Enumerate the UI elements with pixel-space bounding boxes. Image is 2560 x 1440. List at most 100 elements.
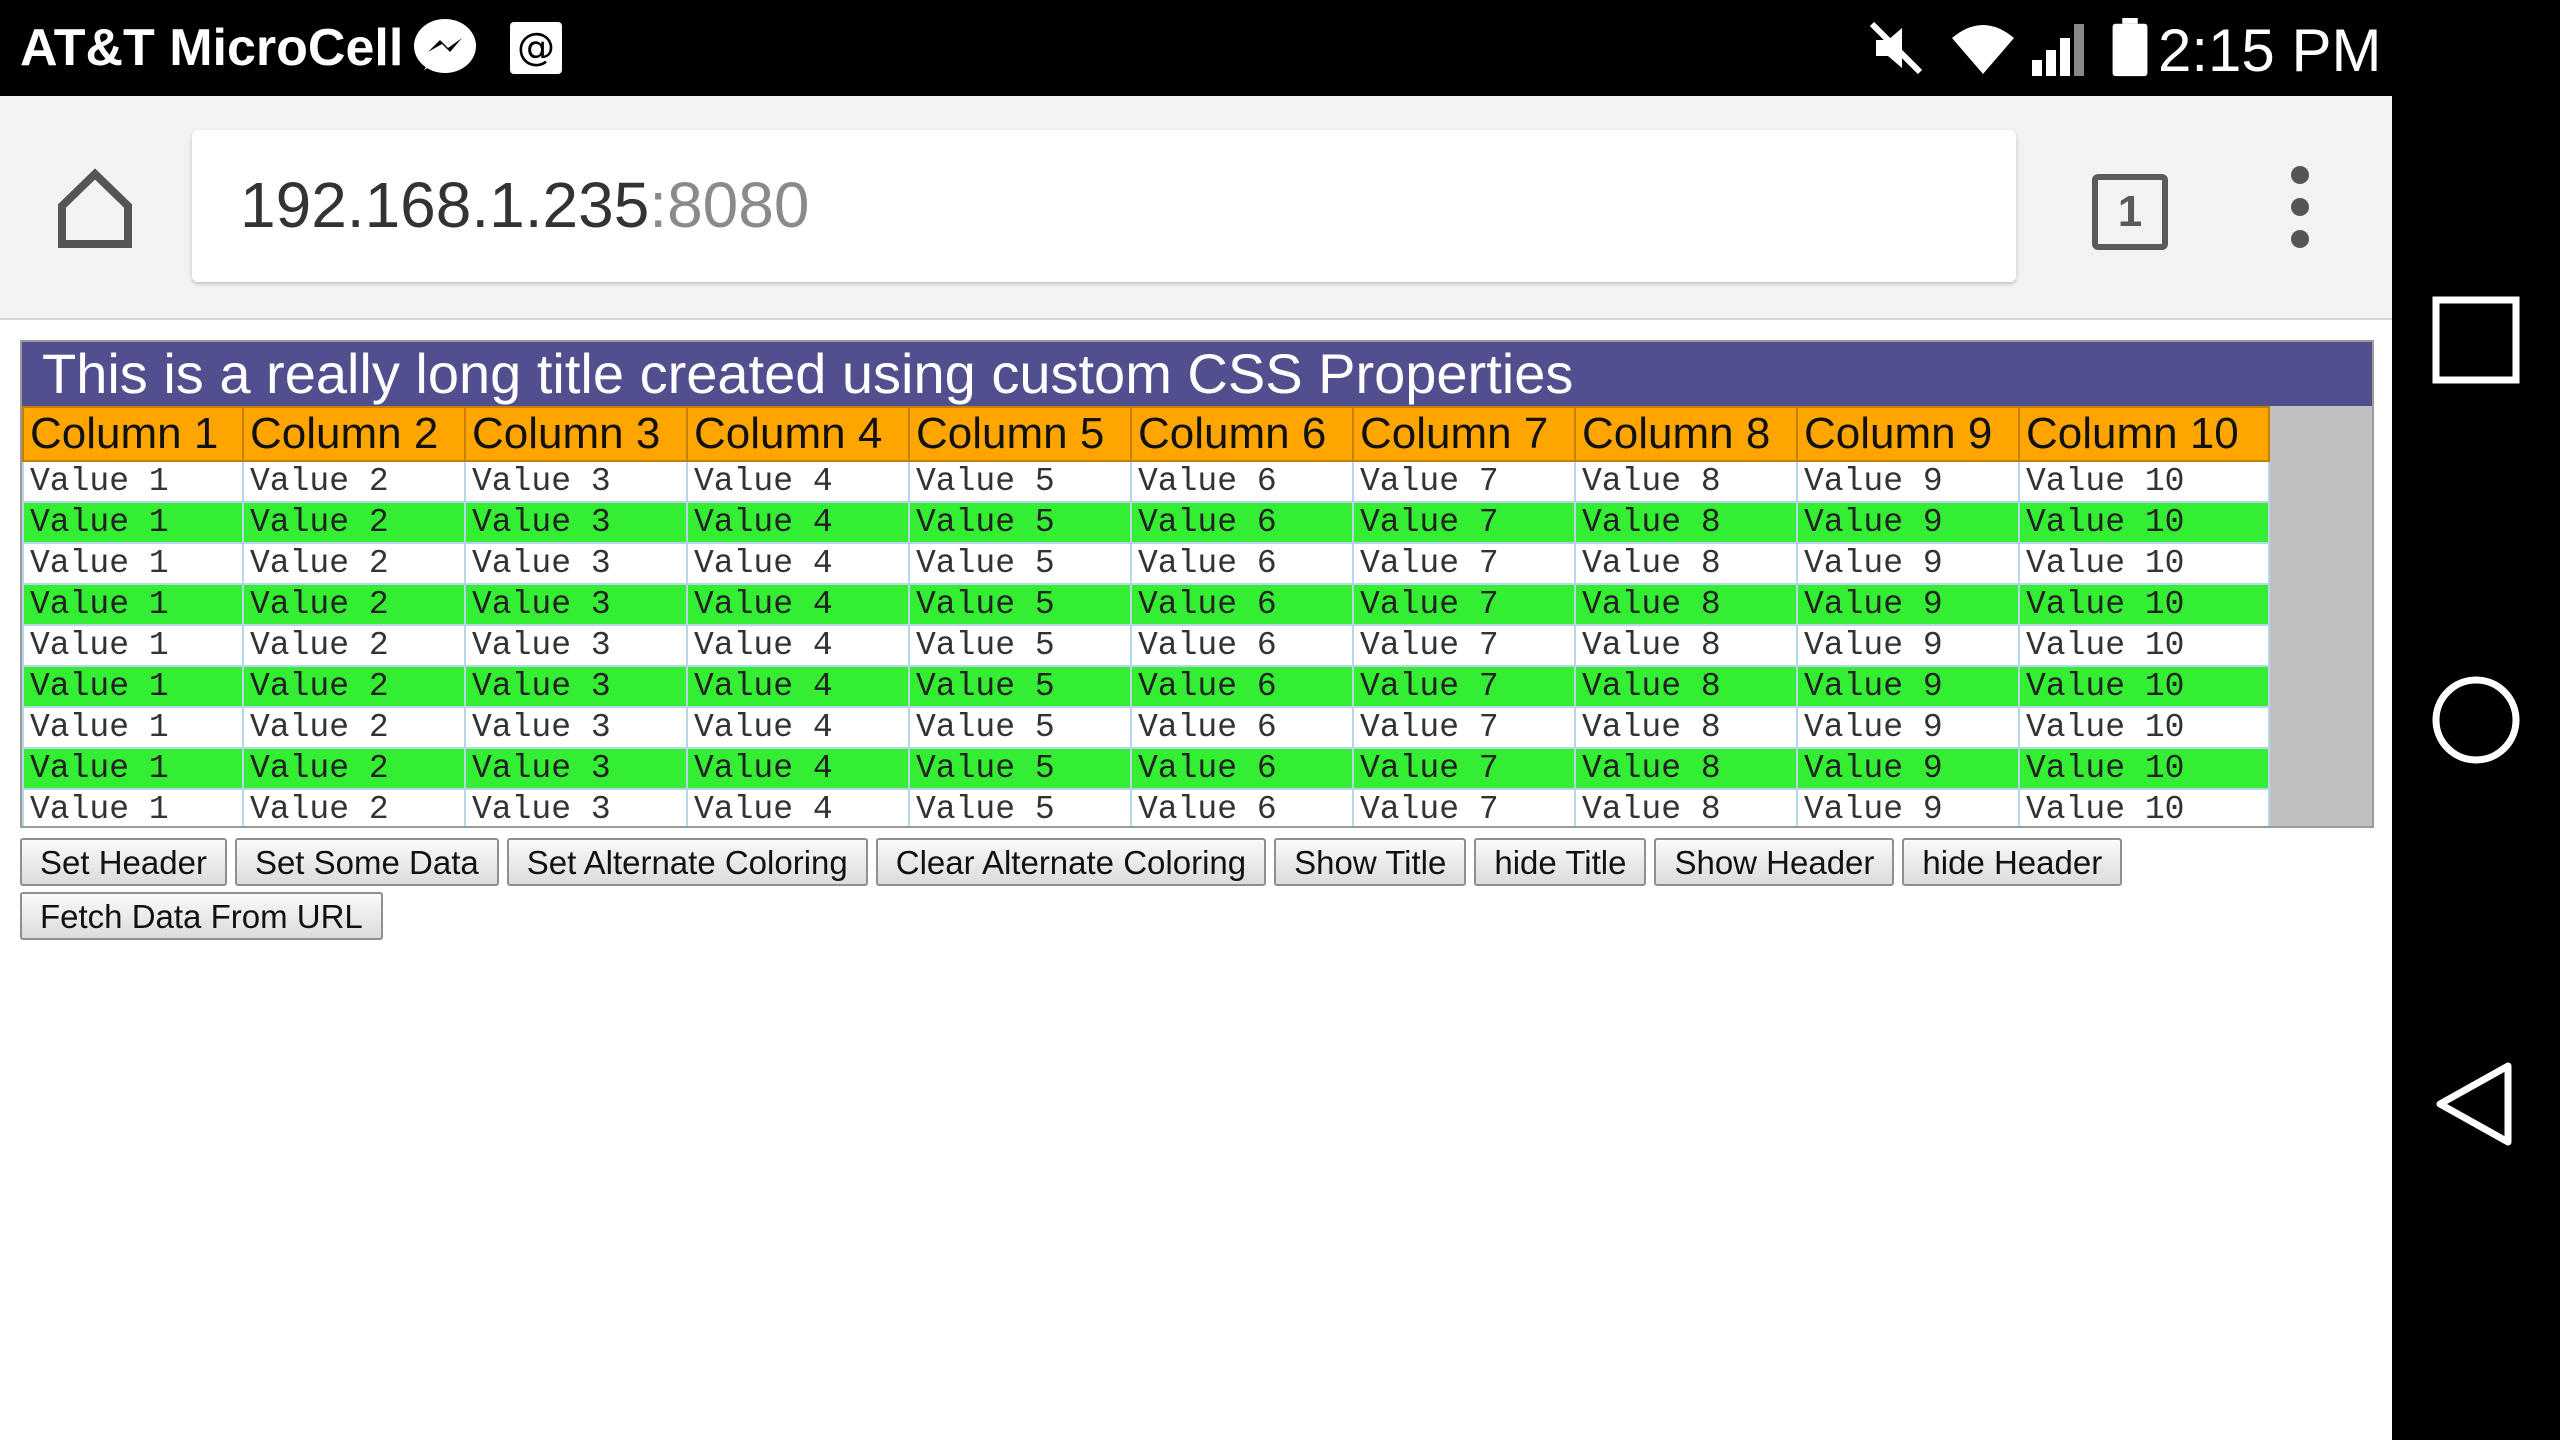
table-cell[interactable]: Value 8: [1574, 501, 1798, 544]
hide-header-button[interactable]: hide Header: [1902, 838, 2123, 886]
table-cell[interactable]: Value 8: [1574, 624, 1798, 667]
column-header[interactable]: Column 9: [1796, 406, 2020, 462]
table-cell[interactable]: Value 3: [464, 706, 688, 749]
table-cell[interactable]: Value 10: [2018, 583, 2270, 626]
table-cell[interactable]: Value 6: [1130, 747, 1354, 790]
table-cell[interactable]: Value 6: [1130, 542, 1354, 585]
table-cell[interactable]: Value 4: [686, 788, 910, 826]
table-cell[interactable]: Value 4: [686, 583, 910, 626]
set-some-data-button[interactable]: Set Some Data: [234, 838, 499, 886]
table-cell[interactable]: Value 10: [2018, 747, 2270, 790]
table-cell[interactable]: Value 5: [908, 460, 1132, 503]
table-cell[interactable]: Value 4: [686, 460, 910, 503]
table-cell[interactable]: Value 4: [686, 665, 910, 708]
table-cell[interactable]: Value 1: [22, 542, 244, 585]
table-cell[interactable]: Value 6: [1130, 706, 1354, 749]
table-cell[interactable]: Value 10: [2018, 706, 2270, 749]
table-cell[interactable]: Value 8: [1574, 583, 1798, 626]
table-cell[interactable]: Value 7: [1352, 665, 1576, 708]
recent-apps-icon[interactable]: [2426, 290, 2526, 390]
table-cell[interactable]: Value 9: [1796, 665, 2020, 708]
table-cell[interactable]: Value 5: [908, 583, 1132, 626]
table-cell[interactable]: Value 9: [1796, 542, 2020, 585]
column-header[interactable]: Column 2: [242, 406, 466, 462]
table-cell[interactable]: Value 5: [908, 706, 1132, 749]
table-cell[interactable]: Value 6: [1130, 788, 1354, 826]
fetch-data-button[interactable]: Fetch Data From URL: [20, 892, 383, 940]
table-cell[interactable]: Value 10: [2018, 788, 2270, 826]
table-cell[interactable]: Value 6: [1130, 624, 1354, 667]
column-header[interactable]: Column 6: [1130, 406, 1354, 462]
set-header-button[interactable]: Set Header: [20, 838, 227, 886]
column-header[interactable]: Column 8: [1574, 406, 1798, 462]
table-cell[interactable]: Value 8: [1574, 665, 1798, 708]
table-cell[interactable]: Value 8: [1574, 747, 1798, 790]
home-icon[interactable]: [52, 166, 138, 252]
table-cell[interactable]: Value 1: [22, 665, 244, 708]
table-cell[interactable]: Value 1: [22, 583, 244, 626]
overflow-menu-icon[interactable]: [2276, 166, 2324, 252]
tab-switcher-button[interactable]: 1: [2092, 174, 2168, 250]
table-cell[interactable]: Value 10: [2018, 624, 2270, 667]
table-cell[interactable]: Value 3: [464, 501, 688, 544]
table-cell[interactable]: Value 2: [242, 501, 466, 544]
table-cell[interactable]: Value 9: [1796, 788, 2020, 826]
table-cell[interactable]: Value 5: [908, 624, 1132, 667]
table-cell[interactable]: Value 6: [1130, 583, 1354, 626]
table-cell[interactable]: Value 7: [1352, 788, 1576, 826]
table-cell[interactable]: Value 3: [464, 788, 688, 826]
column-header[interactable]: Column 5: [908, 406, 1132, 462]
table-cell[interactable]: Value 3: [464, 542, 688, 585]
table-cell[interactable]: Value 6: [1130, 501, 1354, 544]
column-header[interactable]: Column 10: [2018, 406, 2270, 462]
home-circle-icon[interactable]: [2426, 670, 2526, 770]
show-title-button[interactable]: Show Title: [1274, 838, 1467, 886]
table-cell[interactable]: Value 2: [242, 788, 466, 826]
table-cell[interactable]: Value 8: [1574, 542, 1798, 585]
back-icon[interactable]: [2426, 1054, 2526, 1154]
table-cell[interactable]: Value 3: [464, 460, 688, 503]
table-cell[interactable]: Value 2: [242, 665, 466, 708]
table-cell[interactable]: Value 10: [2018, 542, 2270, 585]
table-cell[interactable]: Value 7: [1352, 583, 1576, 626]
table-cell[interactable]: Value 8: [1574, 788, 1798, 826]
column-header[interactable]: Column 7: [1352, 406, 1576, 462]
table-cell[interactable]: Value 10: [2018, 665, 2270, 708]
url-bar[interactable]: 192.168.1.235:8080: [192, 130, 2016, 282]
table-cell[interactable]: Value 5: [908, 788, 1132, 826]
table-cell[interactable]: Value 9: [1796, 501, 2020, 544]
table-cell[interactable]: Value 5: [908, 501, 1132, 544]
table-cell[interactable]: Value 5: [908, 747, 1132, 790]
column-header[interactable]: Column 4: [686, 406, 910, 462]
table-cell[interactable]: Value 1: [22, 747, 244, 790]
table-cell[interactable]: Value 7: [1352, 501, 1576, 544]
table-cell[interactable]: Value 9: [1796, 583, 2020, 626]
table-cell[interactable]: Value 3: [464, 583, 688, 626]
table-cell[interactable]: Value 4: [686, 747, 910, 790]
table-cell[interactable]: Value 1: [22, 788, 244, 826]
column-header[interactable]: Column 1: [22, 406, 244, 462]
table-cell[interactable]: Value 2: [242, 460, 466, 503]
table-cell[interactable]: Value 8: [1574, 460, 1798, 503]
table-cell[interactable]: Value 8: [1574, 706, 1798, 749]
table-cell[interactable]: Value 2: [242, 706, 466, 749]
table-cell[interactable]: Value 7: [1352, 624, 1576, 667]
table-cell[interactable]: Value 3: [464, 624, 688, 667]
table-cell[interactable]: Value 7: [1352, 706, 1576, 749]
show-header-button[interactable]: Show Header: [1654, 838, 1895, 886]
table-cell[interactable]: Value 2: [242, 624, 466, 667]
table-cell[interactable]: Value 4: [686, 501, 910, 544]
table-cell[interactable]: Value 2: [242, 583, 466, 626]
set-alternate-coloring-button[interactable]: Set Alternate Coloring: [506, 838, 868, 886]
table-cell[interactable]: Value 2: [242, 542, 466, 585]
table-cell[interactable]: Value 9: [1796, 706, 2020, 749]
table-cell[interactable]: Value 3: [464, 665, 688, 708]
table-cell[interactable]: Value 1: [22, 706, 244, 749]
table-cell[interactable]: Value 4: [686, 706, 910, 749]
table-cell[interactable]: Value 1: [22, 624, 244, 667]
table-cell[interactable]: Value 9: [1796, 624, 2020, 667]
table-cell[interactable]: Value 5: [908, 665, 1132, 708]
column-header[interactable]: Column 3: [464, 406, 688, 462]
table-cell[interactable]: Value 1: [22, 460, 244, 503]
table-cell[interactable]: Value 9: [1796, 460, 2020, 503]
